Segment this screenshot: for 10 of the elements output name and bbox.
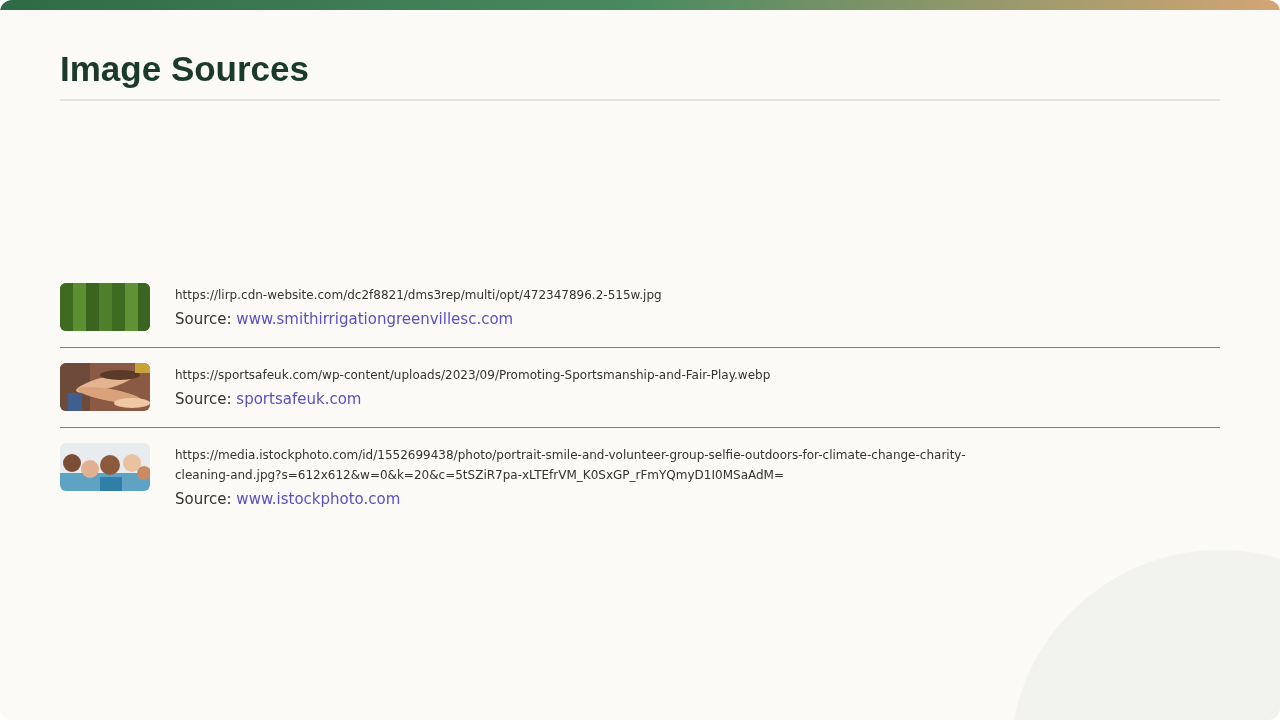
image-url: https://sportsafeuk.com/wp-content/uploads/2023/09/Promoting-Sportsmanship-and-Fair-Play.webp (175, 367, 771, 384)
source-link[interactable]: www.smithirrigationgreenvillesc.com (236, 310, 514, 328)
source-label: Source: (175, 390, 232, 408)
source-link[interactable]: sportsafeuk.com (236, 390, 362, 408)
source-link[interactable]: www.istockphoto.com (236, 490, 401, 508)
source-label: Source: (175, 310, 232, 328)
image-url: https://lirp.cdn-website.com/dc2f8821/dms3rep/multi/opt/472347896.2-515w.jpg (175, 287, 662, 304)
image-url: https://media.istockphoto.com/id/1552699438/photo/portrait-smile-and-volunteer-group-selfie-outdoors-for-climate-change-charity-cleaning-and.jpg?s=612x612&w=0&k=20&c=5tSZiR7pa-xLTEfrVM_K0SxGP_rFmYQmyD1I0MSaAdM= (175, 447, 967, 484)
source-label: Source: (175, 490, 232, 508)
page-title: Image Sources (60, 48, 310, 90)
